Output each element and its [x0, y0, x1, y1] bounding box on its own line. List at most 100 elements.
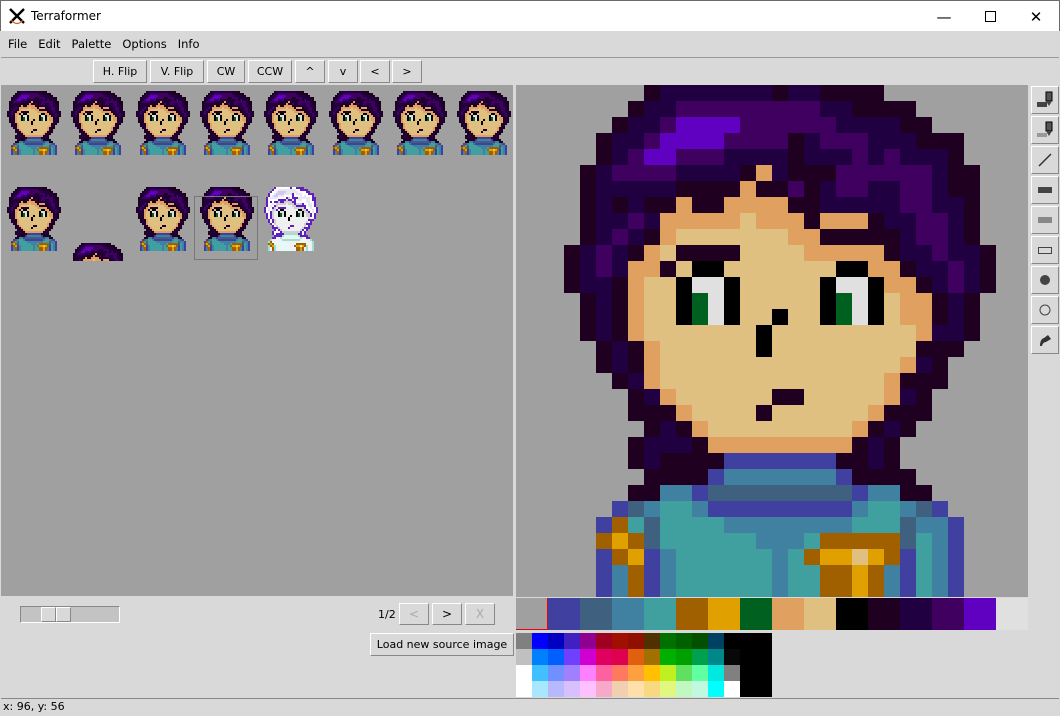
canvas-pixel[interactable] [660, 85, 676, 101]
canvas-pixel[interactable] [724, 85, 740, 101]
canvas-pixel[interactable] [708, 229, 724, 245]
canvas-pixel[interactable] [804, 85, 820, 101]
canvas-pixel[interactable] [900, 469, 916, 485]
canvas-pixel[interactable] [612, 517, 628, 533]
canvas-pixel[interactable] [660, 229, 676, 245]
canvas-pixel[interactable] [644, 277, 660, 293]
canvas-pixel[interactable] [836, 421, 852, 437]
canvas-pixel[interactable] [868, 277, 884, 293]
master-palette-swatch[interactable] [580, 649, 596, 665]
canvas-pixel[interactable] [884, 149, 900, 165]
master-palette-swatch[interactable] [532, 649, 548, 665]
canvas-pixel[interactable] [788, 117, 804, 133]
canvas-pixel[interactable] [692, 565, 708, 581]
canvas-pixel[interactable] [724, 325, 740, 341]
canvas-pixel[interactable] [740, 85, 756, 101]
canvas-pixel[interactable] [660, 533, 676, 549]
canvas-pixel[interactable] [724, 165, 740, 181]
canvas-pixel[interactable] [804, 373, 820, 389]
canvas-pixel[interactable] [644, 389, 660, 405]
canvas-pixel[interactable] [580, 165, 596, 181]
canvas-pixel[interactable] [676, 533, 692, 549]
canvas-pixel[interactable] [756, 437, 772, 453]
canvas-pixel[interactable] [596, 229, 612, 245]
canvas-pixel[interactable] [788, 453, 804, 469]
canvas-pixel[interactable] [932, 517, 948, 533]
canvas-pixel[interactable] [964, 293, 980, 309]
canvas-pixel[interactable] [900, 325, 916, 341]
canvas-pixel[interactable] [692, 453, 708, 469]
canvas-pixel[interactable] [644, 549, 660, 565]
canvas-pixel[interactable] [852, 213, 868, 229]
canvas-pixel[interactable] [836, 357, 852, 373]
canvas-pixel[interactable] [900, 101, 916, 117]
canvas-pixel[interactable] [724, 149, 740, 165]
canvas-pixel[interactable] [804, 389, 820, 405]
master-palette-swatch[interactable] [548, 649, 564, 665]
canvas-pixel[interactable] [868, 357, 884, 373]
sprite-thumbnail[interactable] [130, 181, 194, 277]
canvas-pixel[interactable] [788, 341, 804, 357]
canvas-pixel[interactable] [916, 533, 932, 549]
canvas-pixel[interactable] [852, 293, 868, 309]
canvas-pixel[interactable] [644, 101, 660, 117]
canvas-pixel[interactable] [612, 213, 628, 229]
canvas-pixel[interactable] [724, 101, 740, 117]
canvas-pixel[interactable] [804, 181, 820, 197]
canvas-pixel[interactable] [772, 389, 788, 405]
palette-swatch[interactable] [740, 598, 772, 630]
canvas-pixel[interactable] [852, 165, 868, 181]
canvas-pixel[interactable] [580, 181, 596, 197]
canvas-pixel[interactable] [868, 197, 884, 213]
canvas-pixel[interactable] [884, 101, 900, 117]
sprite-thumbnail[interactable] [1, 85, 65, 181]
canvas-pixel[interactable] [820, 85, 836, 101]
canvas-pixel[interactable] [980, 261, 996, 277]
canvas-pixel[interactable] [644, 341, 660, 357]
canvas-pixel[interactable] [644, 437, 660, 453]
canvas-pixel[interactable] [676, 149, 692, 165]
canvas-pixel[interactable] [676, 85, 692, 101]
canvas-pixel[interactable] [756, 149, 772, 165]
sprite-thumbnail[interactable] [130, 85, 194, 181]
canvas-pixel[interactable] [612, 117, 628, 133]
canvas-pixel[interactable] [900, 357, 916, 373]
master-palette-swatch[interactable] [756, 681, 772, 697]
palette-swatch[interactable] [932, 598, 964, 630]
canvas-pixel[interactable] [964, 245, 980, 261]
canvas-pixel[interactable] [756, 245, 772, 261]
sprite-thumbnail[interactable] [65, 181, 129, 277]
canvas-pixel[interactable] [676, 357, 692, 373]
palette-swatch[interactable] [516, 598, 548, 630]
canvas-pixel[interactable] [820, 245, 836, 261]
canvas-pixel[interactable] [692, 277, 708, 293]
master-palette-swatch[interactable] [548, 681, 564, 697]
canvas-pixel[interactable] [676, 341, 692, 357]
canvas-pixel[interactable] [692, 133, 708, 149]
canvas-pixel[interactable] [660, 501, 676, 517]
canvas-pixel[interactable] [660, 389, 676, 405]
canvas-pixel[interactable] [820, 373, 836, 389]
canvas-pixel[interactable] [740, 357, 756, 373]
canvas-pixel[interactable] [884, 565, 900, 581]
canvas-pixel[interactable] [820, 533, 836, 549]
master-palette-swatch[interactable] [564, 681, 580, 697]
pixel-canvas[interactable] [516, 85, 1028, 597]
canvas-pixel[interactable] [676, 517, 692, 533]
canvas-pixel[interactable] [884, 133, 900, 149]
canvas-pixel[interactable] [756, 341, 772, 357]
canvas-pixel[interactable] [820, 341, 836, 357]
canvas-pixel[interactable] [692, 421, 708, 437]
canvas-pixel[interactable] [708, 357, 724, 373]
canvas-pixel[interactable] [596, 517, 612, 533]
canvas-pixel[interactable] [740, 485, 756, 501]
canvas-pixel[interactable] [692, 261, 708, 277]
canvas-pixel[interactable] [772, 197, 788, 213]
canvas-pixel[interactable] [612, 581, 628, 597]
canvas-pixel[interactable] [836, 469, 852, 485]
canvas-pixel[interactable] [660, 245, 676, 261]
canvas-pixel[interactable] [820, 229, 836, 245]
canvas-pixel[interactable] [852, 389, 868, 405]
canvas-pixel[interactable] [788, 213, 804, 229]
canvas-pixel[interactable] [612, 501, 628, 517]
